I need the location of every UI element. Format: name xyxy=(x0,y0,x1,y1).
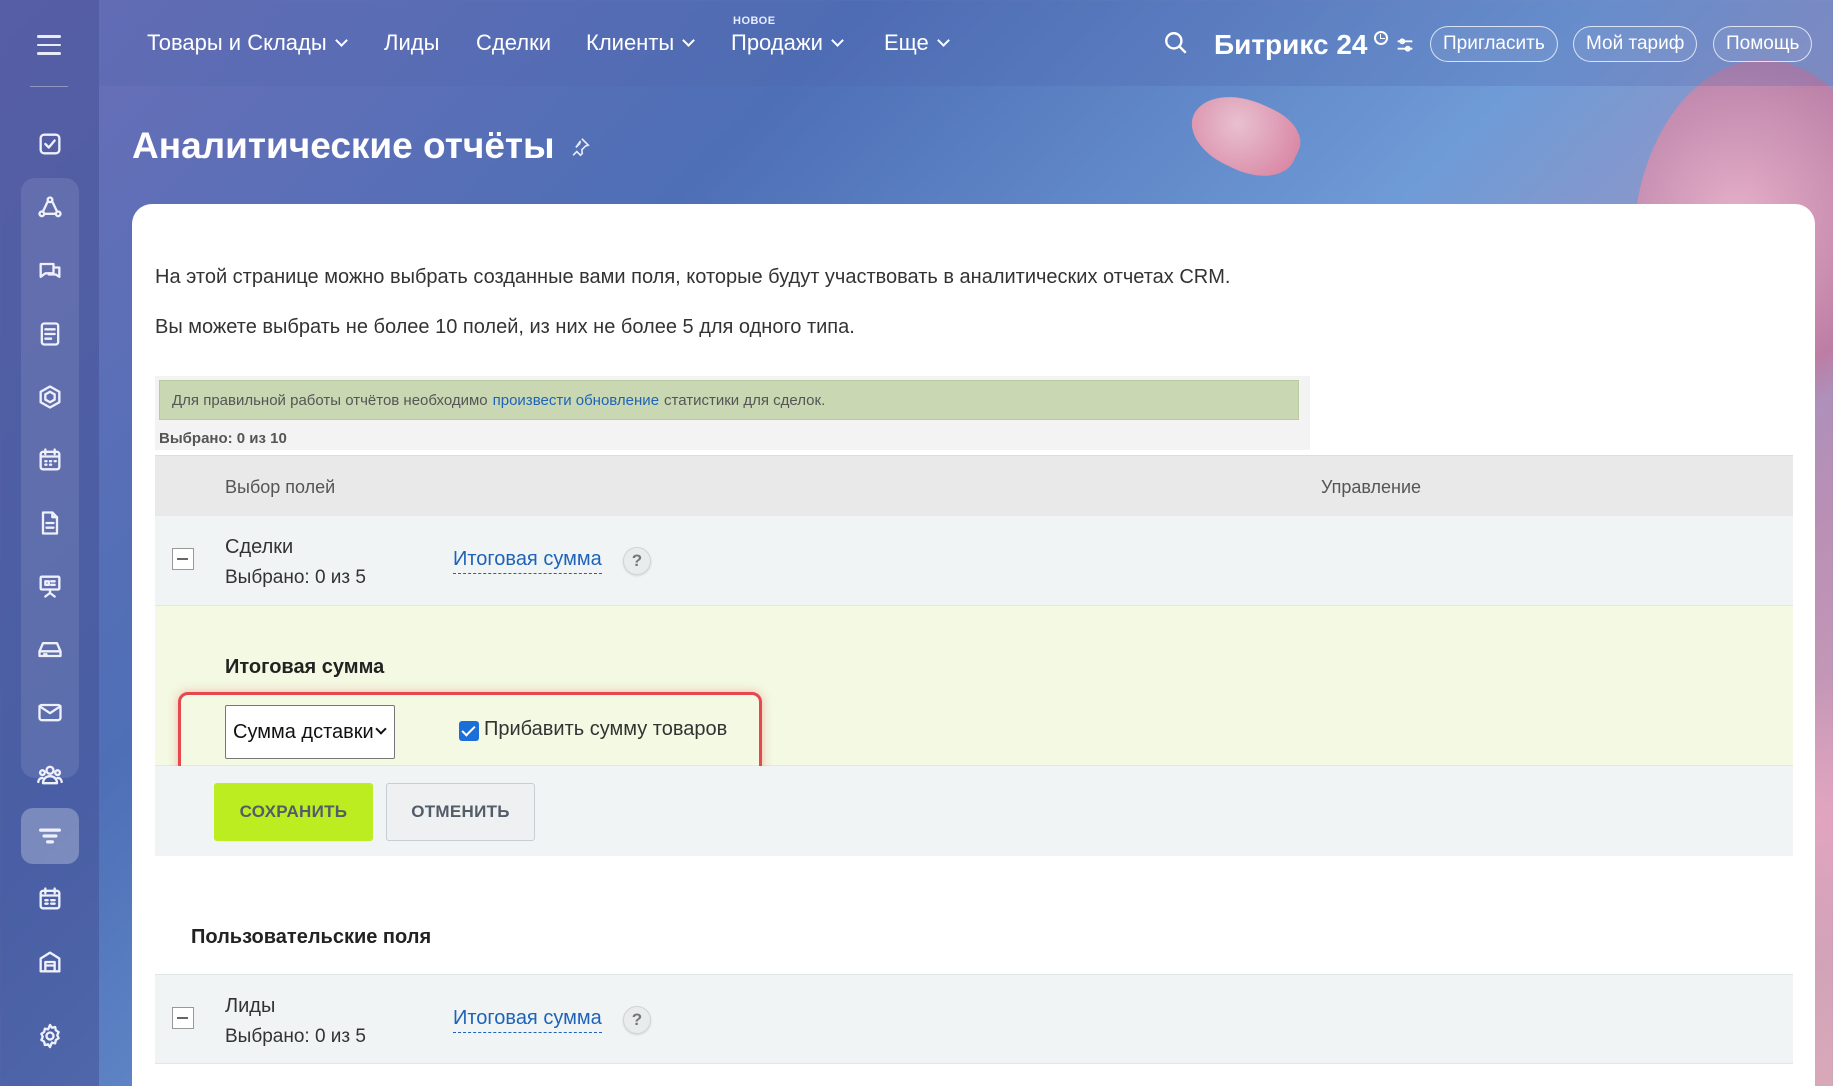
planner-icon[interactable] xyxy=(21,871,79,927)
help-icon[interactable]: ? xyxy=(623,547,651,575)
clock-icon xyxy=(1373,30,1388,45)
collapse-leads-button[interactable] xyxy=(172,1007,194,1029)
help-button[interactable]: Помощь xyxy=(1713,26,1813,62)
save-button[interactable]: СОХРАНИТЬ xyxy=(214,783,373,841)
leads-name: Лиды xyxy=(225,995,276,1017)
table-header: Выбор полей Управление xyxy=(155,455,1793,516)
nav-item-label: Сделки xyxy=(476,30,551,55)
nav-item-clients[interactable]: Клиенты xyxy=(586,30,696,56)
nav-item-label: Лиды xyxy=(384,30,440,55)
invite-button[interactable]: Пригласить xyxy=(1430,26,1558,62)
edit-panel-title: Итоговая сумма xyxy=(225,656,385,678)
main-content-card: На этой странице можно выбрать созданные… xyxy=(132,204,1815,1086)
nav-item-more[interactable]: Еще xyxy=(884,30,950,56)
chevron-down-icon xyxy=(375,723,387,735)
add-goods-sum-checkbox[interactable] xyxy=(459,721,479,741)
deals-row: Сделки Выбрано: 0 из 5 Итоговая сумма ? xyxy=(155,516,1793,606)
intro-text-1: На этой странице можно выбрать созданные… xyxy=(155,266,1231,288)
brand-logo[interactable]: Битрикс 24 xyxy=(1214,26,1416,63)
update-notice: Для правильной работы отчётов необходимо… xyxy=(159,380,1299,420)
deals-total-sum-link[interactable]: Итоговая сумма xyxy=(453,548,602,574)
custom-fields-title: Пользовательские поля xyxy=(191,926,432,948)
document-icon[interactable] xyxy=(21,495,79,551)
calendar-icon[interactable] xyxy=(21,432,79,488)
field-edit-panel: Итоговая сумма Сумма дставки Прибавить с… xyxy=(155,606,1793,780)
page-title-text: Аналитические отчёты xyxy=(132,125,555,166)
chevron-down-icon xyxy=(682,33,696,47)
nav-item-goods[interactable]: Товары и Склады xyxy=(147,30,348,56)
new-badge: НОВОЕ xyxy=(733,15,776,27)
nav-item-leads[interactable]: Лиды xyxy=(384,30,439,56)
crm-icon[interactable] xyxy=(21,180,79,236)
store-icon[interactable] xyxy=(21,934,79,990)
chevron-down-icon xyxy=(936,33,950,47)
select-value: Сумма дставки xyxy=(233,720,374,743)
background-petal xyxy=(1180,80,1310,190)
cancel-button[interactable]: ОТМЕНИТЬ xyxy=(386,783,535,841)
filter-icon[interactable] xyxy=(21,808,79,864)
tasks-icon[interactable] xyxy=(21,116,79,172)
menu-icon[interactable] xyxy=(28,28,70,62)
notice-area: Для правильной работы отчётов необходимо… xyxy=(155,376,1310,450)
help-icon[interactable]: ? xyxy=(623,1006,651,1034)
drive-icon[interactable] xyxy=(21,621,79,677)
nav-item-label: Еще xyxy=(884,30,929,55)
edit-actions: СОХРАНИТЬ ОТМЕНИТЬ xyxy=(155,766,1793,856)
nav-item-label: Клиенты xyxy=(586,30,675,55)
leads-selected-count: Выбрано: 0 из 5 xyxy=(225,1026,366,1047)
add-goods-sum-label[interactable]: Прибавить сумму товаров xyxy=(484,718,727,741)
update-link[interactable]: произвести обновление xyxy=(493,392,659,409)
selected-total-counter: Выбрано: 0 из 10 xyxy=(159,430,287,447)
leads-total-sum-link[interactable]: Итоговая сумма xyxy=(453,1007,602,1033)
nav-item-deals[interactable]: Сделки xyxy=(476,30,551,56)
nav-item-label: Товары и Склады xyxy=(147,30,327,55)
deals-name: Сделки xyxy=(225,536,294,558)
pin-icon[interactable] xyxy=(569,125,591,167)
column-header-fields: Выбор полей xyxy=(225,477,336,497)
my-tariff-button[interactable]: Мой тариф xyxy=(1573,26,1698,62)
notice-text-before: Для правильной работы отчётов необходимо xyxy=(172,391,488,409)
presentation-icon[interactable] xyxy=(21,558,79,614)
chevron-down-icon xyxy=(831,33,844,47)
deals-selected-count: Выбрано: 0 из 5 xyxy=(225,567,366,588)
hexagon-icon[interactable] xyxy=(21,369,79,425)
feed-icon[interactable] xyxy=(21,306,79,362)
sliders-icon[interactable] xyxy=(1394,26,1416,63)
chevron-down-icon xyxy=(334,33,348,47)
brand-name: Битрикс 24 xyxy=(1214,28,1368,60)
search-icon[interactable] xyxy=(1163,30,1189,56)
nav-item-label: Продажи xyxy=(731,30,823,55)
settings-icon[interactable] xyxy=(21,1008,79,1064)
mail-icon[interactable] xyxy=(21,684,79,740)
collapse-deals-button[interactable] xyxy=(172,548,194,570)
left-sidebar xyxy=(0,0,99,1086)
notice-text-after: статистики для сделок. xyxy=(664,391,826,409)
column-header-manage: Управление xyxy=(1321,477,1422,497)
sidebar-divider xyxy=(30,86,68,87)
nav-item-sales[interactable]: Продажи xyxy=(731,30,844,56)
chat-icon[interactable] xyxy=(21,243,79,299)
sum-type-select[interactable]: Сумма дставки xyxy=(225,705,395,759)
team-icon[interactable] xyxy=(21,747,79,803)
page-title: Аналитические отчёты xyxy=(132,125,591,167)
intro-text-2: Вы можете выбрать не более 10 полей, из … xyxy=(155,316,855,338)
leads-row: Лиды Выбрано: 0 из 5 Итоговая сумма ? xyxy=(155,974,1793,1064)
